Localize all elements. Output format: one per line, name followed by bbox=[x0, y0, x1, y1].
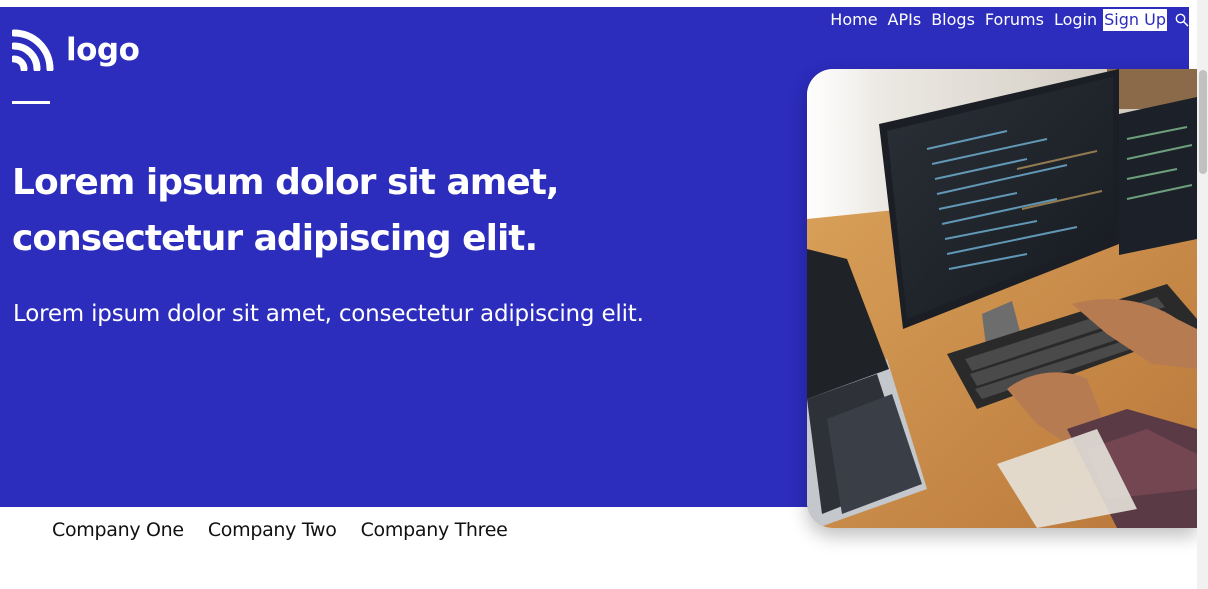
nav-apis[interactable]: APIs bbox=[888, 9, 922, 31]
main-nav: Home APIs Blogs Forums Login Sign Up bbox=[820, 9, 1189, 31]
nav-blogs[interactable]: Blogs bbox=[931, 9, 975, 31]
signup-button[interactable]: Sign Up bbox=[1103, 9, 1167, 31]
company-two: Company Two bbox=[207, 519, 337, 541]
site-logo[interactable]: logo bbox=[12, 29, 140, 71]
headline-line-1: Lorem ipsum dolor sit amet, bbox=[12, 162, 560, 203]
nav-home[interactable]: Home bbox=[830, 9, 877, 31]
company-one: Company One bbox=[52, 519, 184, 541]
company-three: Company Three bbox=[360, 519, 508, 541]
nav-login[interactable]: Login bbox=[1054, 9, 1097, 31]
logo-text: logo bbox=[66, 31, 140, 68]
headline-line-2: consectetur adipiscing elit. bbox=[12, 218, 538, 259]
hero-image bbox=[807, 69, 1197, 528]
rss-logo-icon bbox=[12, 29, 54, 71]
top-strip bbox=[0, 0, 1208, 7]
hero-subheading: Lorem ipsum dolor sit amet, consectetur … bbox=[13, 301, 644, 327]
accent-divider bbox=[12, 101, 50, 104]
scrollbar-thumb[interactable] bbox=[1199, 70, 1207, 174]
hero-headline: Lorem ipsum dolor sit amet, consectetur … bbox=[12, 155, 632, 267]
nav-forums[interactable]: Forums bbox=[985, 9, 1044, 31]
search-icon[interactable] bbox=[1175, 13, 1189, 27]
developer-photo bbox=[807, 69, 1197, 528]
company-logos: Company One Company Two Company Three bbox=[52, 516, 508, 544]
